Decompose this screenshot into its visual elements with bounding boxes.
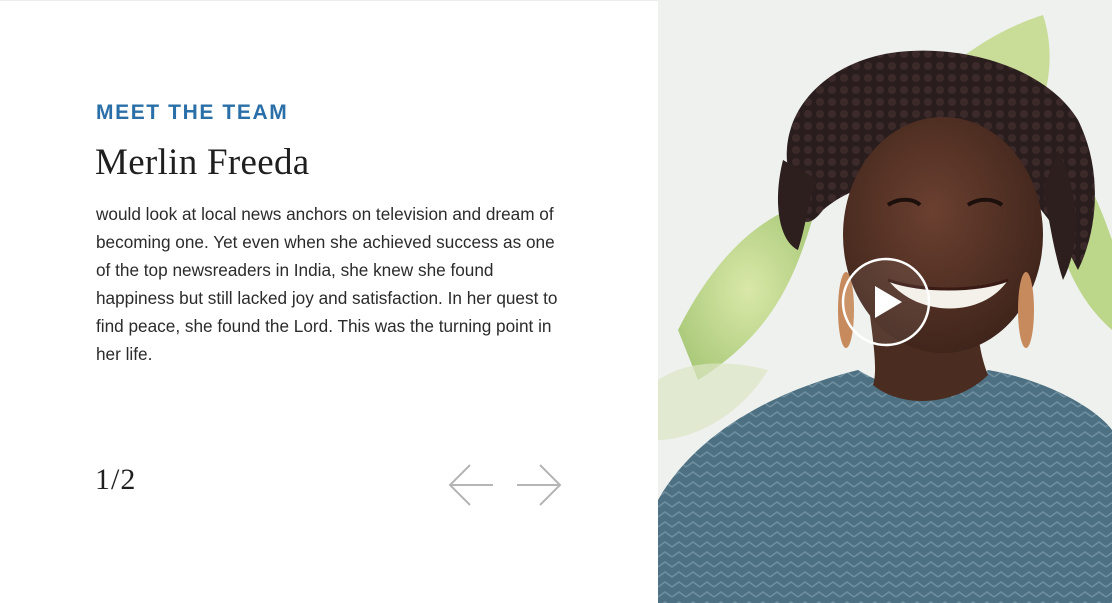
team-text-panel: MEET THE TEAM Merlin Freeda would look a… (0, 0, 658, 603)
arrow-right-icon[interactable] (515, 462, 563, 508)
arrow-left-icon[interactable] (447, 462, 495, 508)
play-icon[interactable] (841, 257, 931, 347)
slide-separator: / (111, 463, 120, 496)
slide-current: 1 (95, 463, 110, 496)
slide-total: 2 (120, 463, 136, 496)
slide-counter: 1/2 (95, 463, 135, 497)
section-eyebrow: MEET THE TEAM (96, 101, 289, 124)
member-bio: would look at local news anchors on tele… (96, 204, 558, 364)
member-name: Merlin Freeda (95, 142, 310, 183)
top-divider (0, 0, 658, 1)
